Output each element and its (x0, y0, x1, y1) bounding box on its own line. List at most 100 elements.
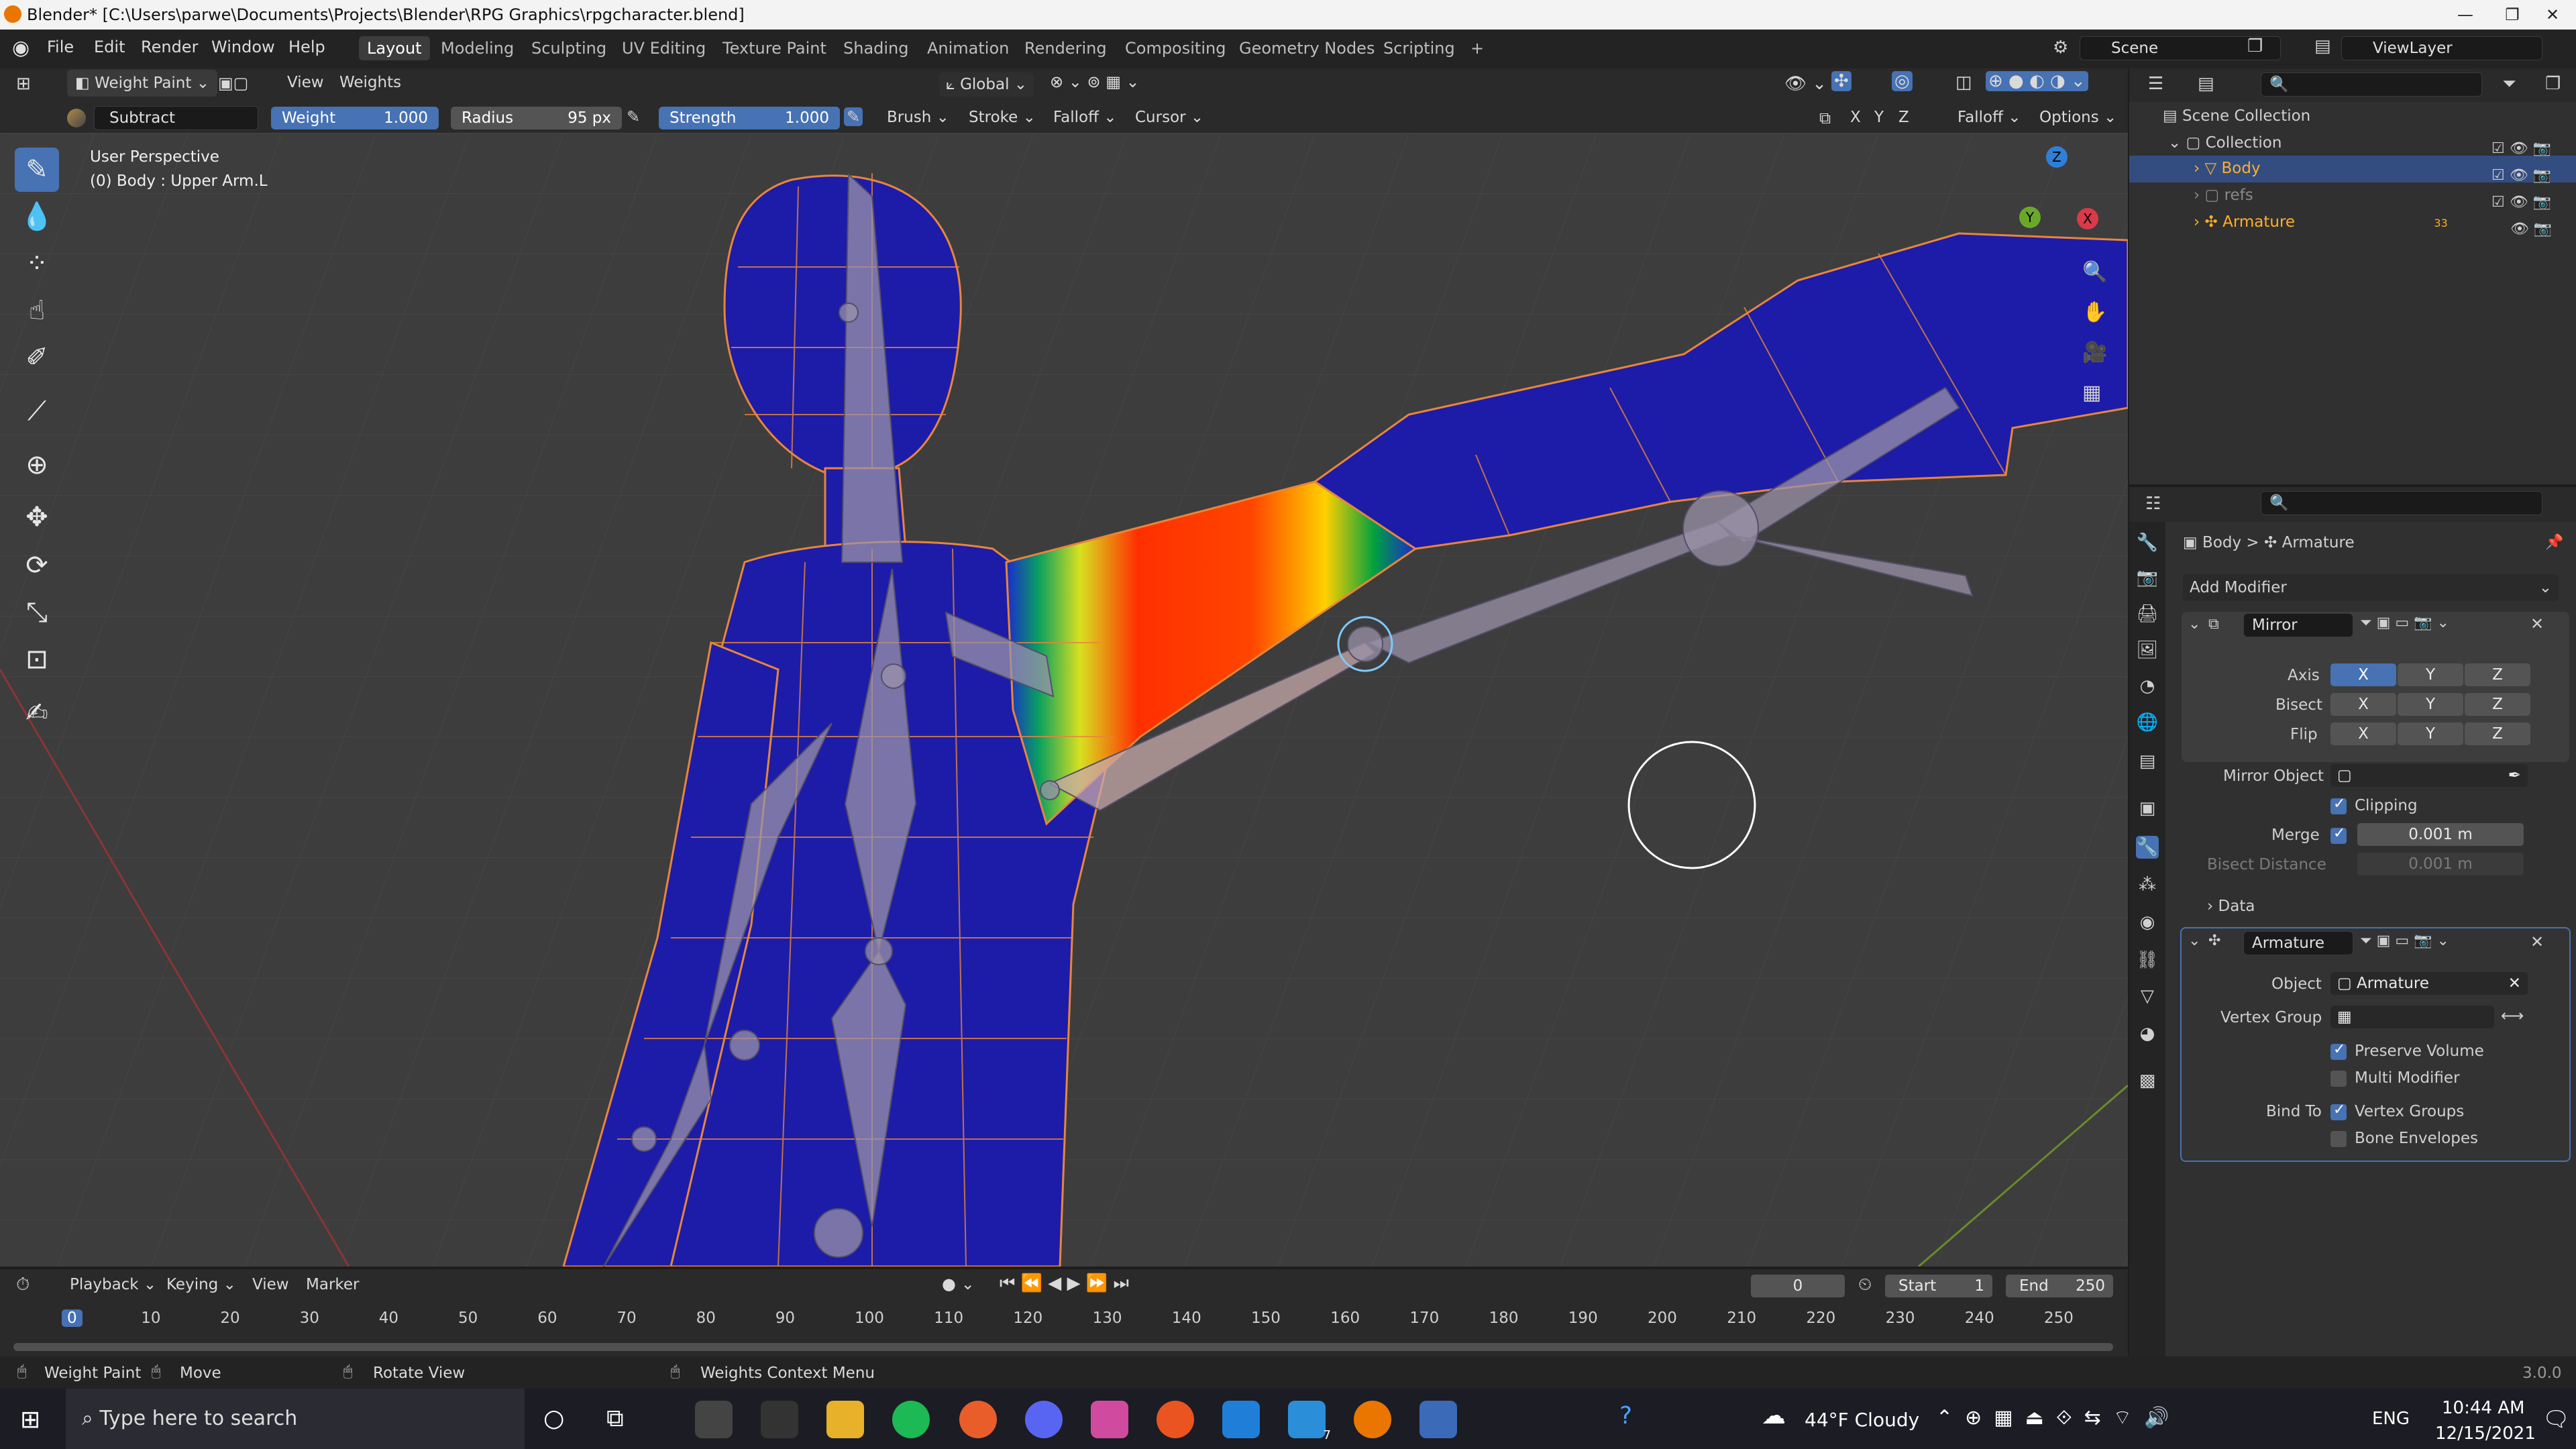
invert-vertex-group-icon[interactable]: ⟷ (2501, 1006, 2524, 1025)
clock-date[interactable]: 12/15/2021 (2435, 1424, 2536, 1444)
tab-shading[interactable]: Shading (835, 36, 917, 60)
brush-thumbnail-icon[interactable] (67, 109, 86, 127)
outliner-item-armature[interactable]: › ✣ Armature 33 (2194, 213, 2448, 231)
tab-modeling[interactable]: Modeling (433, 36, 522, 60)
move-tool-icon[interactable]: ✥ (15, 495, 59, 539)
falloff-dropdown[interactable]: Falloff ⌄ (1053, 109, 1117, 126)
shading-mode-icons[interactable]: ⊕ ● ◐ ◑ ⌄ (1986, 71, 2088, 91)
record-button[interactable]: ● ⌄ (942, 1275, 975, 1293)
current-frame-field[interactable]: 0 (1751, 1275, 1845, 1297)
app-icon-active[interactable] (1419, 1401, 1457, 1438)
scale-tool-icon[interactable]: ⤡ (15, 590, 59, 635)
playback-controls[interactable]: ⏮ ⏪ ◀ ▶ ⏩ ⏭ (1000, 1273, 1129, 1294)
texture-tab-icon[interactable]: ▩ (2136, 1069, 2159, 1092)
transform-tool-icon[interactable]: ⊡ (15, 637, 59, 682)
blender-menu-icon[interactable]: ◉ (12, 36, 30, 60)
filter-icon[interactable]: ⏷ (2502, 74, 2516, 95)
cortana-icon[interactable]: ○ (543, 1405, 564, 1432)
mirror-axis-y[interactable]: Y (2398, 663, 2463, 686)
editor-type-icon[interactable]: ⊞ (16, 74, 31, 94)
stroke-dropdown[interactable]: Stroke ⌄ (969, 109, 1036, 126)
particles-tab-icon[interactable]: ⁂ (2136, 873, 2159, 896)
outliner-item-body[interactable]: › ▽ Body (2194, 160, 2261, 177)
outliner-collection[interactable]: ⌄ ▢ Collection (2168, 134, 2282, 152)
weight-paint-mode-dropdown[interactable]: ◧ Weight Paint ⌄ (67, 70, 217, 97)
rotate-tool-icon[interactable]: ⟳ (15, 543, 59, 588)
properties-editor-icon[interactable]: ☷ (2145, 494, 2161, 514)
tab-animation[interactable]: Animation (919, 36, 1017, 60)
notifications-icon[interactable]: 🗨 (2542, 1406, 2570, 1432)
xray-toggle-icon[interactable]: ◫ (1955, 72, 1972, 93)
new-collection-icon[interactable]: ❐ (2545, 74, 2561, 94)
armature-vertex-group-field[interactable]: ▦ (2330, 1006, 2494, 1028)
world-tab-icon[interactable]: 🌐 (2136, 711, 2159, 734)
menu-file[interactable]: File (47, 38, 74, 56)
discord-icon[interactable] (1025, 1401, 1063, 1438)
smear-tool-icon[interactable]: ☝ (15, 288, 59, 333)
gizmo-toggle-icon[interactable]: ✣ (1831, 71, 1851, 91)
brush-dropdown[interactable]: Brush ⌄ (887, 109, 949, 126)
mask-toggle-icon[interactable]: ▣▢ (218, 74, 248, 93)
pivot-snapping-icons[interactable]: ⊗ ⌄ ⊚ ▦ ⌄ (1050, 72, 1140, 91)
tab-geometry-nodes[interactable]: Geometry Nodes (1231, 36, 1383, 60)
multi-modifier-checkbox[interactable] (2330, 1071, 2347, 1087)
collection-tab-icon[interactable]: ▤ (2136, 750, 2159, 773)
menu-render[interactable]: Render (141, 38, 198, 56)
spotify-icon[interactable] (892, 1401, 930, 1438)
mirror-flip-y[interactable]: Y (2398, 722, 2463, 745)
mirror-merge-value[interactable]: 0.001 m (2357, 823, 2524, 846)
app-icon-notes[interactable]: 7 (1288, 1401, 1331, 1442)
outliner-scene-collection[interactable]: ▤ Scene Collection (2163, 107, 2310, 125)
options-dropdown[interactable]: Options ⌄ (2039, 109, 2116, 126)
mirror-collapse-icon[interactable]: ⌄ (2188, 616, 2200, 633)
brush-name-field[interactable]: Subtract (94, 106, 258, 130)
mirror-axis-x[interactable]: X (2330, 663, 2396, 686)
app-icon-tasks[interactable] (695, 1401, 733, 1438)
viewlayer-selector[interactable]: ViewLayer (2341, 36, 2542, 60)
weather-text[interactable]: 44°F Cloudy (1805, 1409, 1919, 1431)
tab-layout[interactable]: Layout (359, 36, 430, 60)
mirror-toggle-icons[interactable]: ⏷ ▣ ▭ 📷 ⌄ (2360, 614, 2449, 631)
constraints-tab-icon[interactable]: ⛓ (2136, 949, 2159, 971)
mirror-bisect-x[interactable]: X (2330, 693, 2396, 716)
mirror-axis-z[interactable]: Z (2465, 663, 2530, 686)
timeline-view-menu[interactable]: View (252, 1276, 289, 1293)
clock-time[interactable]: 10:44 AM (2442, 1398, 2524, 1418)
language-indicator[interactable]: ENG (2372, 1409, 2410, 1429)
gizmo-x-axis[interactable]: X (2077, 208, 2098, 229)
tab-texture-paint[interactable]: Texture Paint (714, 36, 835, 60)
mirror-remove-button[interactable]: ✕ (2530, 614, 2544, 633)
pan-view-icon[interactable]: ✋ (2082, 301, 2107, 324)
mirror-flip-x[interactable]: X (2330, 722, 2396, 745)
symmetry-y[interactable]: Y (1874, 109, 1884, 126)
navigation-gizmo[interactable]: Z Y X (2006, 146, 2106, 247)
orthographic-toggle-icon[interactable]: ▦ (2082, 381, 2101, 405)
armature-remove-button[interactable]: ✕ (2530, 932, 2544, 951)
symmetry-z[interactable]: Z (1898, 109, 1909, 126)
blur-tool-icon[interactable]: 💧 (15, 195, 59, 239)
gizmo-y-axis[interactable]: Y (2019, 207, 2041, 228)
radius-slider[interactable]: Radius 95 px (451, 107, 622, 129)
material-tab-icon[interactable]: ◕ (2136, 1022, 2159, 1045)
menu-help[interactable]: Help (288, 38, 325, 56)
header-falloff-dropdown[interactable]: Falloff ⌄ (1957, 109, 2021, 126)
camera-view-icon[interactable]: 🎥 (2082, 341, 2107, 364)
firefox-icon[interactable] (959, 1401, 997, 1438)
armature-object-field[interactable]: ▢ Armature ✕ (2330, 972, 2528, 995)
eyedropper-icon[interactable]: ✒ (2508, 764, 2521, 787)
object-tab-icon[interactable]: ▣ (2136, 797, 2159, 820)
timeline-editor-icon[interactable]: ⏱ (16, 1275, 30, 1295)
add-modifier-dropdown[interactable]: Add Modifier ⌄ (2183, 574, 2559, 601)
strength-slider[interactable]: Strength 1.000 (659, 107, 840, 129)
radius-pressure-icon[interactable]: ✎ (627, 107, 640, 126)
close-window-button[interactable]: ✕ (2516, 0, 2576, 30)
tab-rendering[interactable]: Rendering (1016, 36, 1115, 60)
clear-object-icon[interactable]: ✕ (2508, 972, 2521, 995)
armature-name-field[interactable]: Armature (2243, 931, 2353, 955)
playback-menu[interactable]: Playback ⌄ (70, 1276, 156, 1293)
physics-tab-icon[interactable]: ◉ (2136, 911, 2159, 934)
view-menu[interactable]: View (287, 74, 324, 91)
3d-viewport[interactable]: ✎ 💧 ⁘ ☝ ✐ ⟋ ⊕ ✥ ⟳ ⤡ ⊡ ✍ User Perspective… (0, 133, 2128, 1267)
file-explorer-icon[interactable] (826, 1401, 864, 1438)
timeline-scrollbar[interactable] (13, 1343, 2113, 1351)
